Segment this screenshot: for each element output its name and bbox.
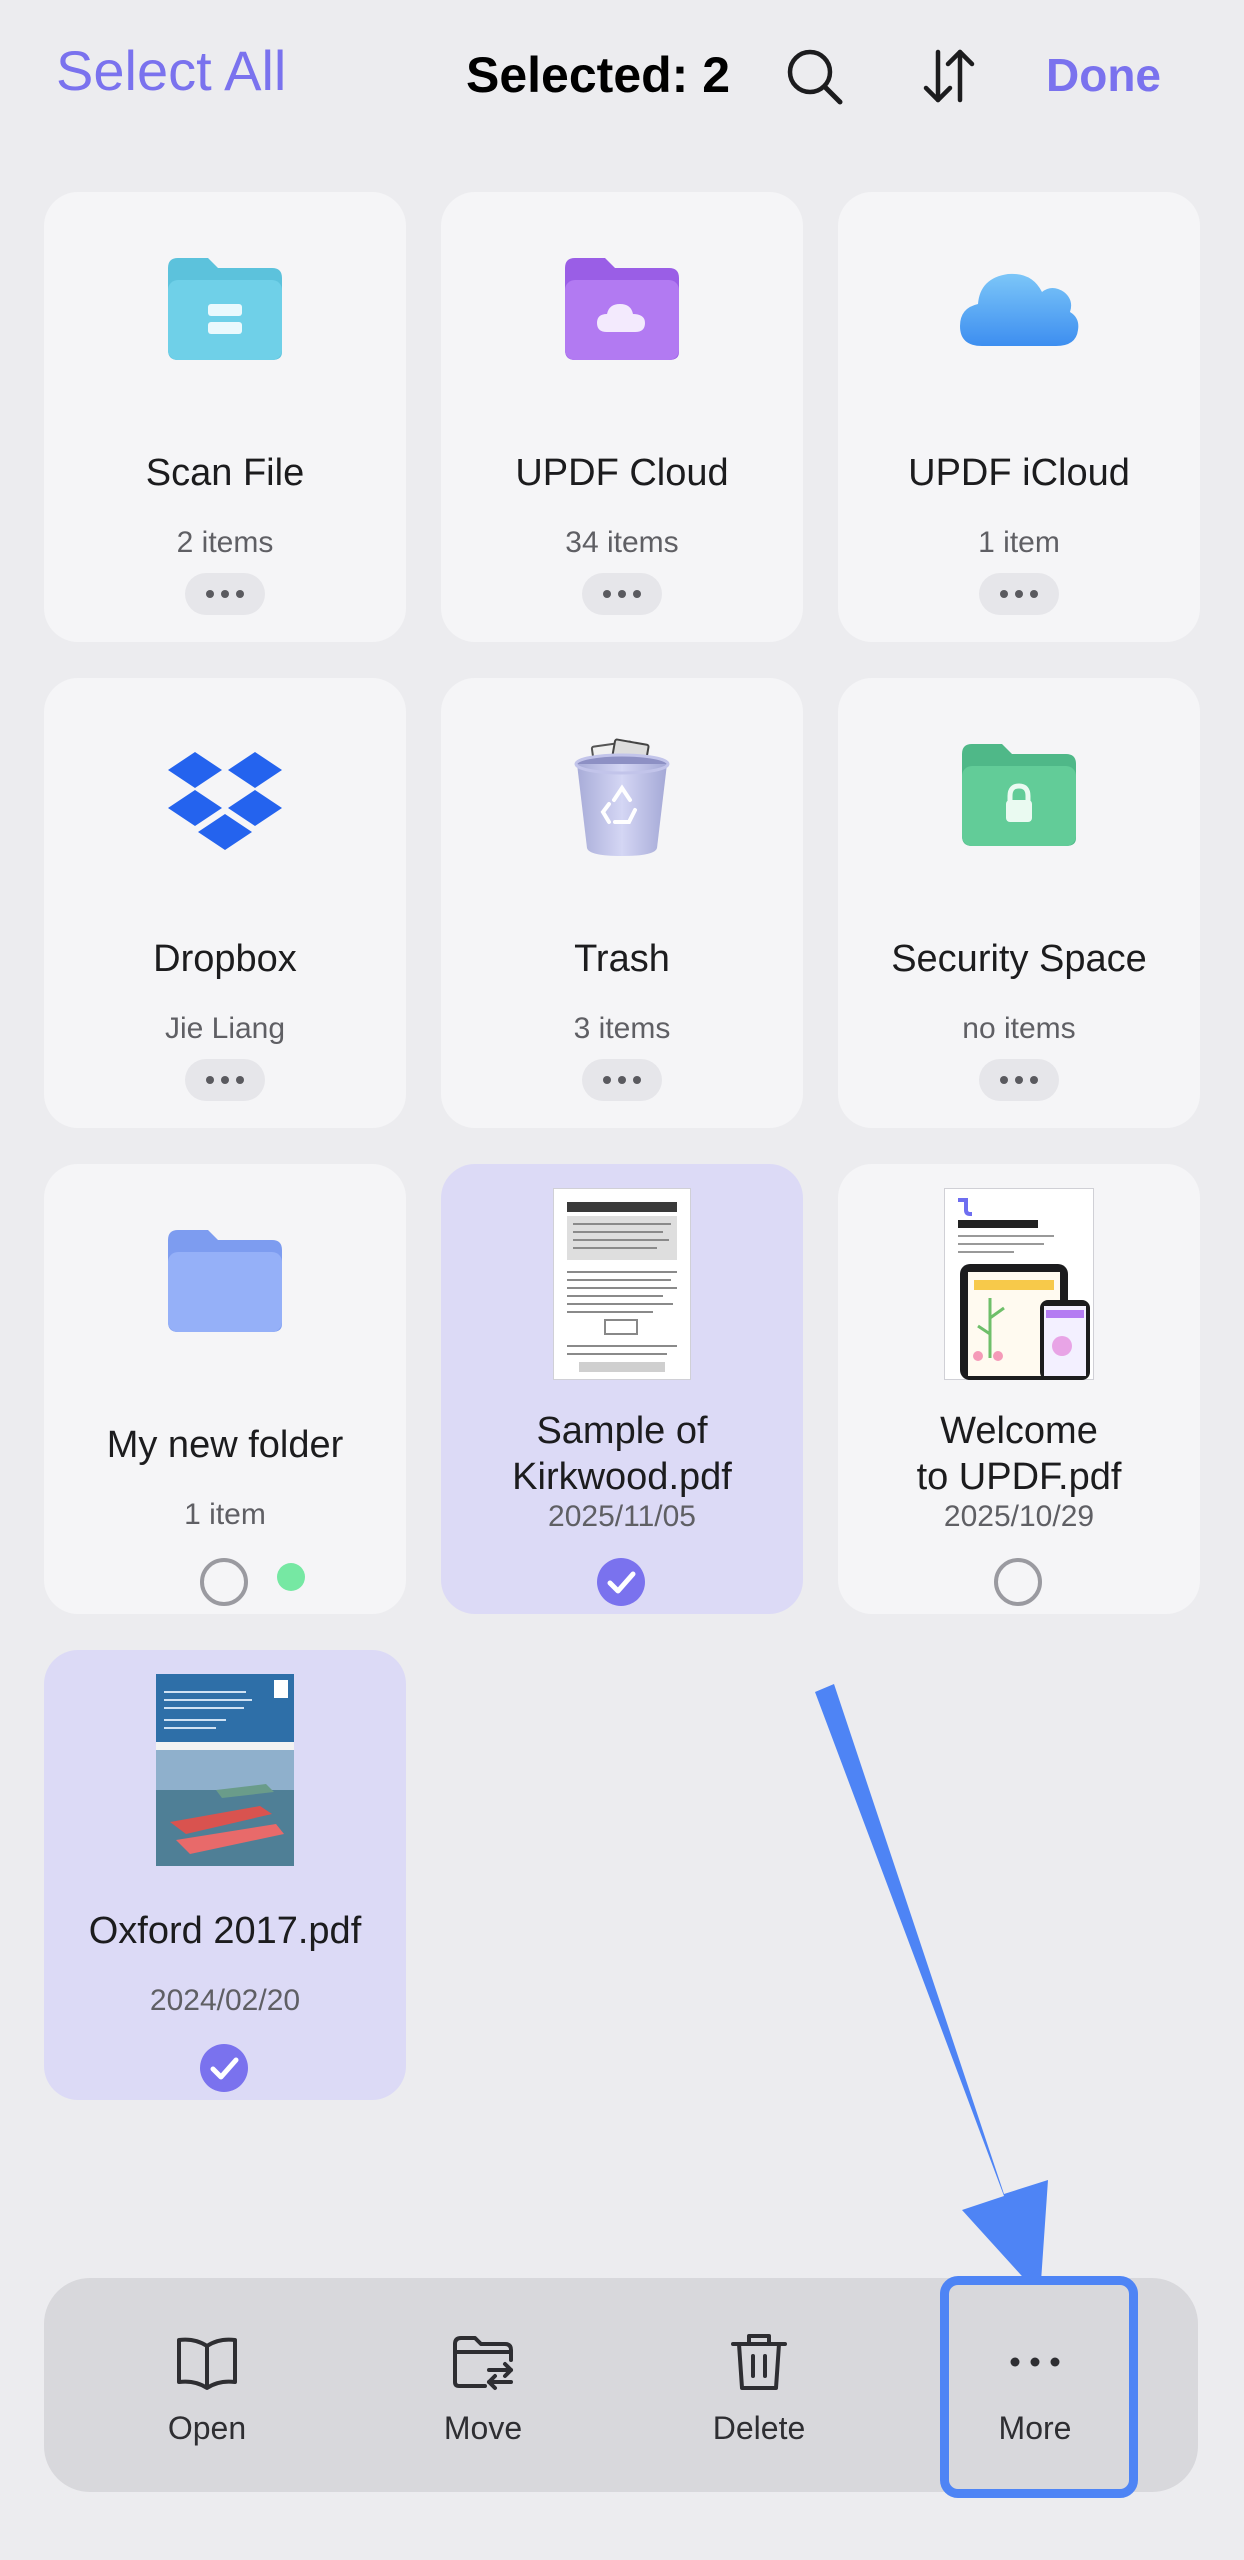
move-button[interactable]: Move bbox=[383, 2278, 583, 2492]
item-more-button[interactable] bbox=[582, 1059, 662, 1101]
pdf-thumbnail-icon bbox=[441, 1188, 803, 1380]
lock-folder-icon bbox=[838, 740, 1200, 848]
icloud-icon bbox=[838, 264, 1200, 350]
status-dot bbox=[277, 1563, 305, 1591]
trash-icon bbox=[725, 2328, 793, 2396]
scan-folder-icon bbox=[44, 254, 406, 362]
item-more-button[interactable] bbox=[979, 1059, 1059, 1101]
folder-card-updf-cloud[interactable]: UPDF Cloud 34 items bbox=[441, 192, 803, 642]
open-book-icon bbox=[173, 2328, 241, 2396]
item-count: 1 item bbox=[184, 1498, 266, 1531]
item-name: Security Space bbox=[891, 938, 1147, 980]
folder-card-trash[interactable]: Trash 3 items bbox=[441, 678, 803, 1128]
item-more-button[interactable] bbox=[185, 573, 265, 615]
move-label: Move bbox=[443, 2410, 523, 2446]
pdf-thumbnail-icon bbox=[838, 1188, 1200, 1380]
selected-count: Selected: 2 bbox=[466, 47, 731, 103]
item-more-button[interactable] bbox=[185, 1059, 265, 1101]
item-name: UPDF iCloud bbox=[908, 452, 1130, 494]
folder-icon bbox=[44, 1226, 406, 1334]
cloud-folder-icon bbox=[441, 254, 803, 362]
item-count: 3 items bbox=[573, 1012, 671, 1045]
item-count: no items bbox=[962, 1012, 1076, 1045]
select-all-button[interactable]: Select All bbox=[56, 38, 286, 103]
item-count: 34 items bbox=[565, 526, 679, 559]
folder-card-dropbox[interactable]: Dropbox Jie Liang bbox=[44, 678, 406, 1128]
top-bar: Select All Selected: 2 Done bbox=[0, 0, 1244, 150]
file-card-welcome-to-updf[interactable]: Welcome to UPDF.pdf 2025/10/29 bbox=[838, 1164, 1200, 1614]
item-count: 1 item bbox=[978, 526, 1060, 559]
item-count: 2 items bbox=[176, 526, 274, 559]
select-radio-checked[interactable] bbox=[200, 2044, 248, 2092]
item-date: 2025/10/29 bbox=[943, 1500, 1095, 1533]
item-name: Trash bbox=[574, 938, 670, 980]
folder-card-scan-file[interactable]: Scan File 2 items bbox=[44, 192, 406, 642]
delete-label: Delete bbox=[712, 2410, 806, 2446]
dropbox-icon bbox=[44, 750, 406, 854]
trash-bin-icon bbox=[441, 738, 803, 858]
item-name: My new folder bbox=[106, 1424, 344, 1466]
item-name: Scan File bbox=[145, 452, 305, 494]
book-cover-icon bbox=[44, 1674, 406, 1866]
file-card-oxford-2017[interactable]: Oxford 2017.pdf 2024/02/20 bbox=[44, 1650, 406, 2100]
folder-card-security-space[interactable]: Security Space no items bbox=[838, 678, 1200, 1128]
open-label: Open bbox=[167, 2410, 247, 2446]
folder-card-my-new-folder[interactable]: My new folder 1 item bbox=[44, 1164, 406, 1614]
open-button[interactable]: Open bbox=[107, 2278, 307, 2492]
done-button[interactable]: Done bbox=[1046, 48, 1161, 102]
item-date: 2024/02/20 bbox=[149, 1984, 301, 2017]
item-owner: Jie Liang bbox=[164, 1012, 286, 1045]
item-name: Oxford 2017.pdf bbox=[88, 1910, 362, 1952]
annotation-highlight-box bbox=[940, 2276, 1138, 2498]
item-name: Dropbox bbox=[153, 938, 297, 980]
item-name: Sample of Kirkwood.pdf bbox=[512, 1410, 732, 1498]
item-more-button[interactable] bbox=[979, 573, 1059, 615]
select-radio[interactable] bbox=[200, 1558, 248, 1606]
search-icon[interactable] bbox=[782, 44, 846, 108]
select-radio[interactable] bbox=[994, 1558, 1042, 1606]
folder-card-updf-icloud[interactable]: UPDF iCloud 1 item bbox=[838, 192, 1200, 642]
item-date: 2025/11/05 bbox=[548, 1500, 696, 1533]
select-radio-checked[interactable] bbox=[597, 1558, 645, 1606]
item-name: UPDF Cloud bbox=[515, 452, 729, 494]
item-more-button[interactable] bbox=[582, 573, 662, 615]
item-name: Welcome to UPDF.pdf bbox=[916, 1410, 1122, 1498]
delete-button[interactable]: Delete bbox=[659, 2278, 859, 2492]
move-folder-icon bbox=[449, 2328, 517, 2396]
file-card-sample-of-kirkwood[interactable]: Sample of Kirkwood.pdf 2025/11/05 bbox=[441, 1164, 803, 1614]
sort-icon[interactable] bbox=[916, 44, 980, 108]
